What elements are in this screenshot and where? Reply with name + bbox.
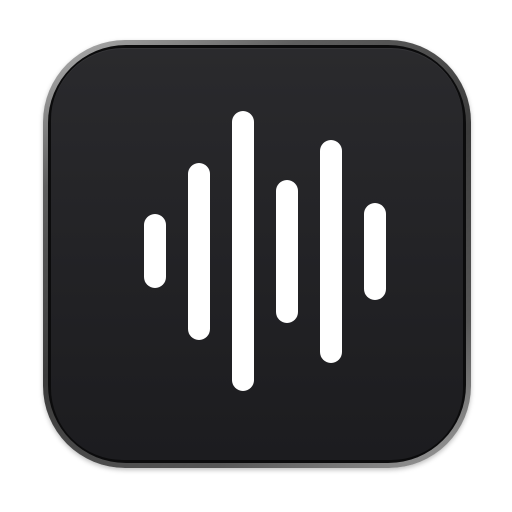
app-icon[interactable] <box>43 40 471 468</box>
waveform-bar <box>232 111 254 391</box>
waveform-bar <box>144 214 166 288</box>
waveform-bar <box>276 180 298 323</box>
icon-canvas <box>0 0 512 512</box>
waveform-bar <box>320 140 342 363</box>
waveform-icon <box>43 40 471 468</box>
waveform-bar <box>364 203 386 300</box>
waveform-bar <box>188 163 210 340</box>
